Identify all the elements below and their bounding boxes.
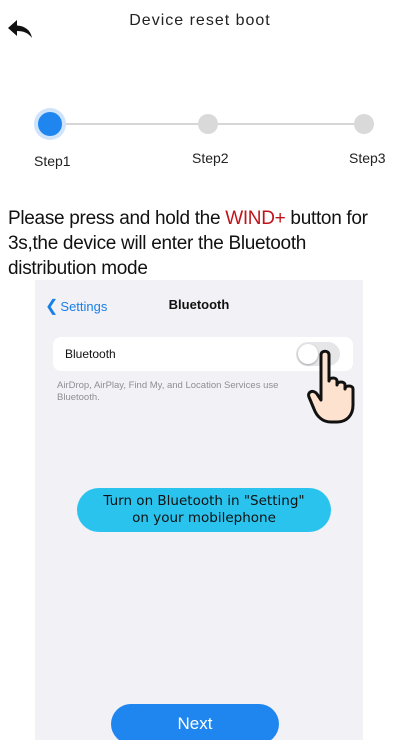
instruction-prefix: Please press and hold the	[8, 208, 226, 229]
header: Device reset boot	[0, 0, 400, 46]
step-dot-3	[354, 114, 374, 134]
step-connector	[62, 123, 198, 125]
step-progress: Step1 Step2 Step3	[0, 100, 400, 180]
instruction-callout: Turn on Bluetooth in "Setting" on your m…	[77, 488, 331, 532]
bluetooth-settings-illustration: ❮ Settings Bluetooth Bluetooth AirDrop, A…	[35, 280, 363, 740]
ios-screen-title: Bluetooth	[168, 297, 230, 312]
step-dot-2	[198, 114, 218, 134]
bluetooth-row-label: Bluetooth	[65, 347, 116, 361]
step-label-3: Step3	[349, 150, 386, 166]
step-dot-1	[38, 112, 62, 136]
callout-line-2: on your mobilephone	[132, 510, 276, 526]
callout-line-1: Turn on Bluetooth in "Setting"	[103, 493, 305, 509]
next-button[interactable]: Next	[111, 704, 279, 740]
instruction-text: Please press and hold the WIND+ button f…	[8, 206, 398, 281]
step-connector	[218, 123, 354, 125]
instruction-highlight: WIND+	[225, 208, 286, 229]
step-label-1: Step1	[34, 153, 71, 169]
pointing-hand-icon	[307, 349, 355, 424]
step-label-2: Step2	[192, 150, 229, 166]
bluetooth-description: AirDrop, AirPlay, Find My, and Location …	[57, 380, 279, 403]
page-title: Device reset boot	[129, 12, 271, 29]
